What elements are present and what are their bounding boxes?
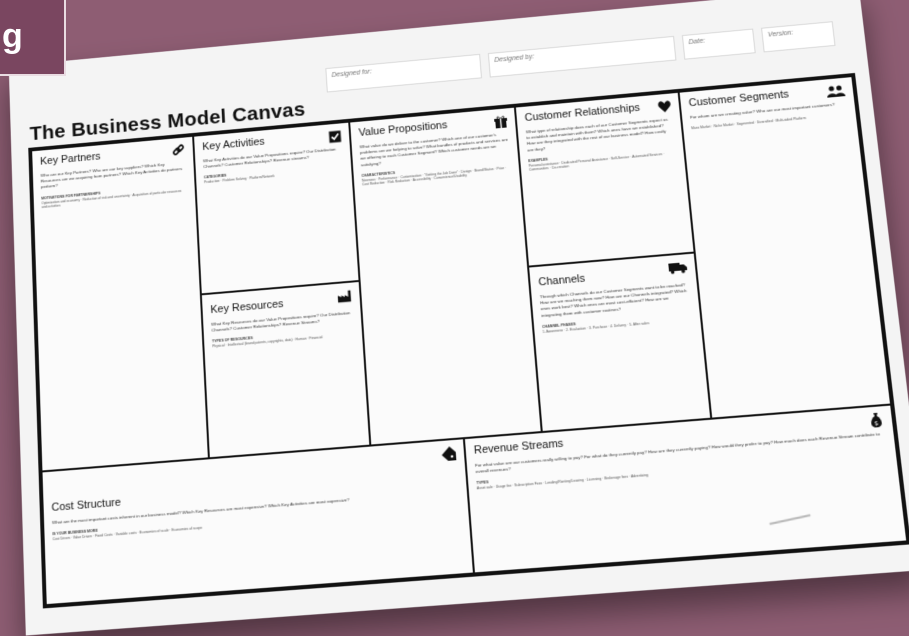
truck-icon bbox=[668, 260, 688, 275]
key-resources-block: Key Resources What Key Resources do our … bbox=[200, 280, 371, 459]
key-activities-block: Key Activities What Key Activities do ou… bbox=[193, 121, 360, 295]
factory-icon bbox=[337, 289, 352, 304]
channels-block: Channels Through which Channels do our C… bbox=[528, 252, 712, 433]
tag-icon bbox=[441, 445, 457, 462]
customer-segments-block: Customer Segments For whom are we creati… bbox=[678, 76, 892, 419]
heart-icon bbox=[656, 99, 671, 114]
value-propositions-block: Value Propositions What value do we deli… bbox=[349, 106, 542, 446]
moneybag-icon: $ bbox=[868, 412, 884, 428]
canvas-poster: Designed for: Designed by: Date: Version… bbox=[8, 0, 909, 636]
corner-badge: g bbox=[0, 0, 66, 76]
gift-icon bbox=[493, 114, 508, 129]
checkbox-icon bbox=[327, 129, 341, 143]
customer-relationships-block: Customer Relationships What type of rela… bbox=[514, 91, 695, 267]
people-icon bbox=[826, 84, 846, 99]
cost-structure-list: Cost Driven · Value Driven · Fixed Costs… bbox=[52, 525, 203, 542]
key-partners-block: Key Partners Who are our Key Partners? W… bbox=[31, 135, 209, 472]
link-icon bbox=[171, 143, 185, 157]
